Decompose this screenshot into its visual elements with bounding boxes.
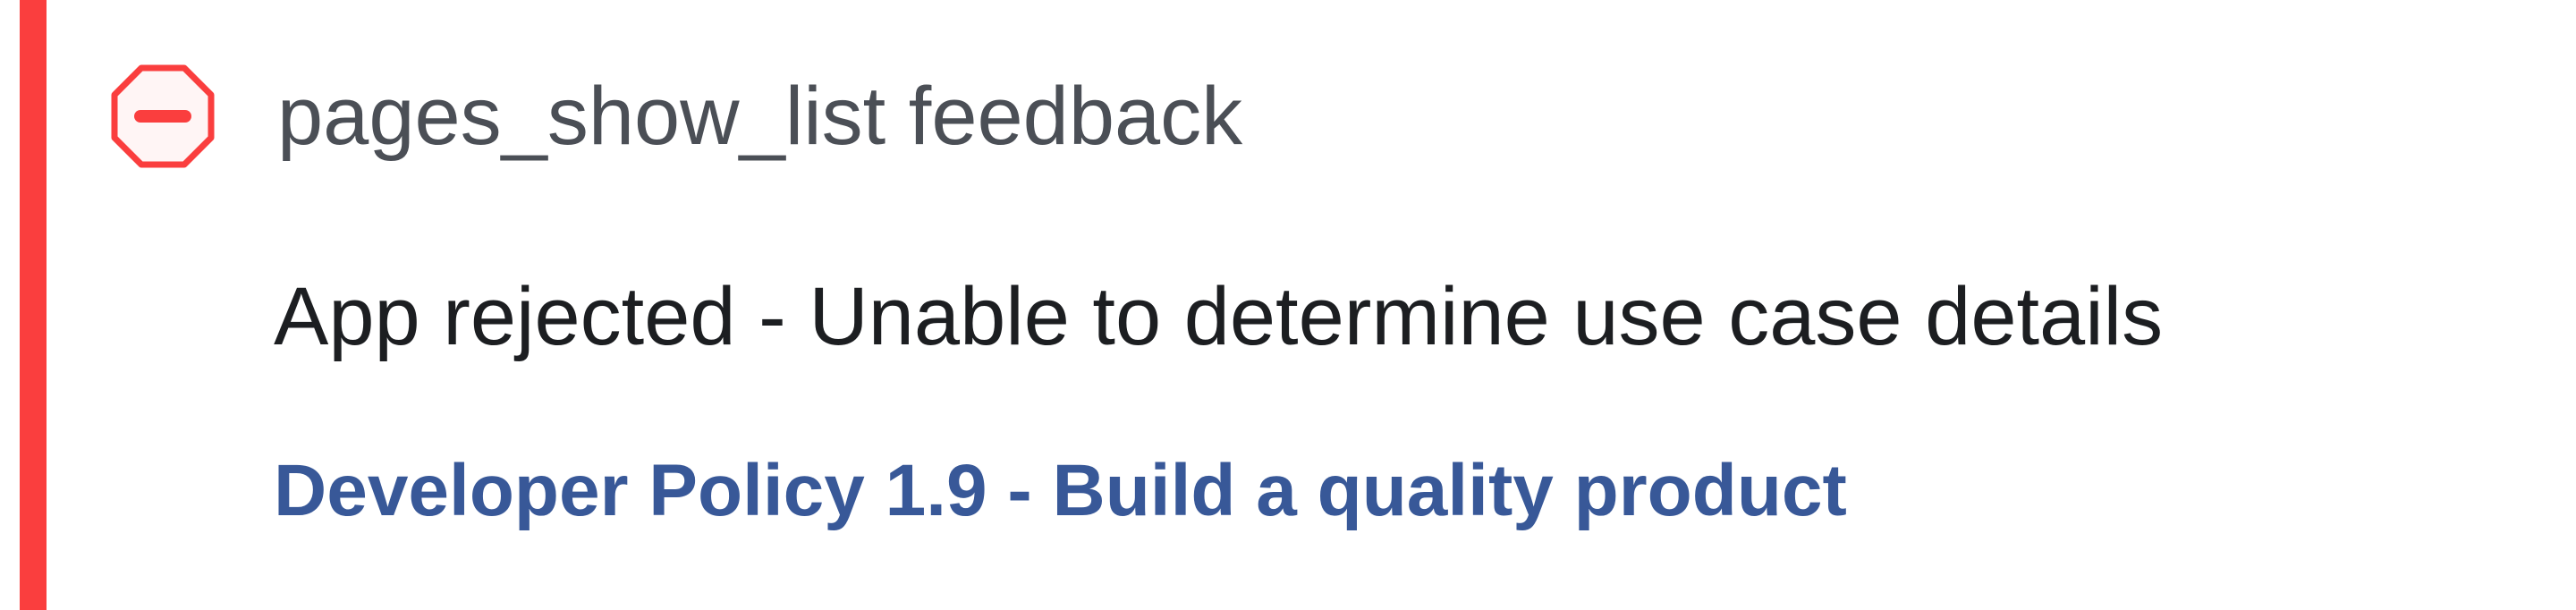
rejection-reason: App rejected - Unable to determine use c…: [274, 271, 2164, 362]
rejected-status-icon: [107, 61, 218, 172]
developer-policy-link[interactable]: Developer Policy 1.9 - Build a quality p…: [274, 454, 1847, 528]
feedback-header: pages_show_list feedback: [107, 63, 1242, 170]
permission-feedback-title: pages_show_list feedback: [277, 71, 1243, 162]
rejection-accent-bar: [20, 0, 47, 610]
feedback-card: pages_show_list feedback App rejected - …: [0, 0, 2576, 610]
